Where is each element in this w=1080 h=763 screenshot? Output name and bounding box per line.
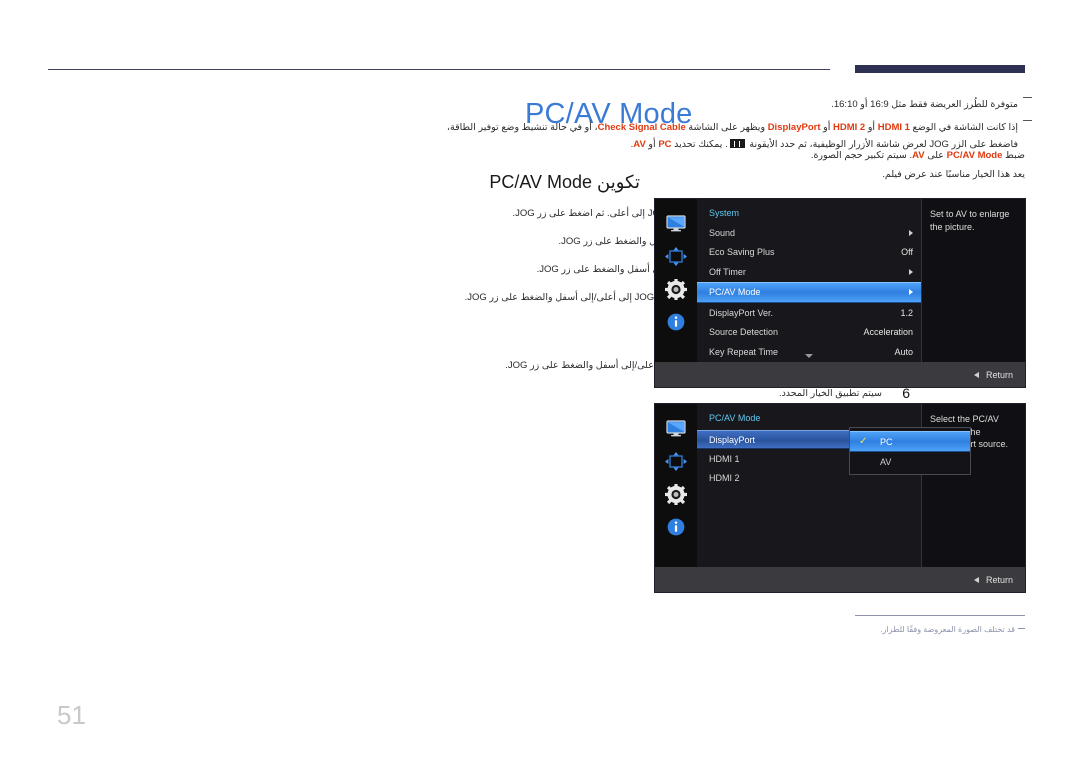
osd-menu-row[interactable]: Key Repeat Time Auto xyxy=(697,342,921,362)
page-number: 51 xyxy=(57,700,86,730)
osd-source-label: HDMI 2 xyxy=(709,472,740,483)
osd-row-value: Acceleration xyxy=(863,327,913,338)
bottom-rule xyxy=(855,615,1025,616)
dropdown-option[interactable]: ✓ PC xyxy=(850,431,970,452)
header-rule-thick xyxy=(855,65,1025,73)
osd-source-row[interactable]: HDMI 1 xyxy=(697,449,873,468)
osd-row-value: Auto xyxy=(894,346,913,357)
osd-menu-title: System xyxy=(709,208,740,218)
osd-source-label: HDMI 1 xyxy=(709,453,740,464)
osd-menu-row[interactable]: PC/AV Mode xyxy=(697,281,921,303)
highlighted-term: DisplayPort xyxy=(767,122,821,133)
monitor-icon[interactable] xyxy=(665,418,687,438)
note-text: إذا كانت الشاشة في الوضع HDMI 1 أو HDMI … xyxy=(446,122,1018,150)
highlighted-term: PC xyxy=(658,139,672,150)
chevron-right-icon xyxy=(909,268,913,275)
osd-row-label: Off Timer xyxy=(709,266,746,277)
header-rule-thin xyxy=(48,69,830,70)
osd-menu-list[interactable]: System Sound Eco Saving Plus Off Off Timer P… xyxy=(697,199,922,362)
step-text: سيتم تطبيق الخيار المحدد. xyxy=(778,388,882,399)
osd-panel-pcav-mode[interactable]: PC/AV Mode DisplayPort HDMI 1 HDMI 2 ✓ PC ✓A… xyxy=(654,403,1026,593)
note-dash-icon xyxy=(1023,120,1032,122)
osd-row-label: Eco Saving Plus xyxy=(709,247,775,258)
highlighted-term: HDMI 1 xyxy=(877,122,910,133)
monitor-icon[interactable] xyxy=(665,213,687,233)
osd-footer[interactable]: Return xyxy=(655,567,1025,592)
note-text: متوفرة للطُرز العريضة فقط مثل 16:9 أو 16… xyxy=(831,99,1018,110)
osd-row-value: Off xyxy=(901,247,913,258)
osd-menu-row[interactable]: Eco Saving Plus Off xyxy=(697,243,921,263)
gear-icon[interactable] xyxy=(665,483,687,505)
highlighted-term: AV xyxy=(633,139,646,150)
move-arrows-icon[interactable] xyxy=(665,451,687,471)
osd-row-label: Sound xyxy=(709,227,736,238)
chevron-right-icon xyxy=(909,229,913,236)
osd-submenu-list[interactable]: PC/AV Mode DisplayPort HDMI 1 HDMI 2 ✓ PC ✓A… xyxy=(697,404,971,567)
osd-row-label: Source Detection xyxy=(709,327,779,338)
note-dash-icon xyxy=(1023,97,1032,99)
osd-row-label: PC/AV Mode xyxy=(709,287,761,298)
top-notes: متوفرة للطُرز العريضة فقط مثل 16:9 أو 16… xyxy=(432,96,1032,159)
bottom-note-dash xyxy=(1018,628,1025,629)
note-item: إذا كانت الشاشة في الوضع HDMI 1 أو HDMI … xyxy=(432,119,1032,153)
osd-menu-title: PC/AV Mode xyxy=(709,413,761,423)
osd-help-text: Set to AV to enlarge the picture. xyxy=(922,199,1025,362)
osd-rows[interactable]: Sound Eco Saving Plus Off Off Timer PC/AV Mo… xyxy=(697,223,921,362)
osd-icon-rail[interactable] xyxy=(655,199,697,362)
return-label[interactable]: Return xyxy=(986,575,1013,585)
dropdown-option[interactable]: ✓AV xyxy=(850,452,970,471)
step-item: 6 سيتم تطبيق الخيار المحدد. xyxy=(440,386,910,401)
bottom-note-text: قد تختلف الصورة المعروضة وفقًا للطراز. xyxy=(880,625,1015,634)
osd-menu-row[interactable]: DisplayPort Ver. 1.2 xyxy=(697,303,921,323)
scroll-down-icon[interactable] xyxy=(805,354,813,358)
osd-source-label: DisplayPort xyxy=(709,434,756,445)
osd-row-label: Key Repeat Time xyxy=(709,346,779,357)
osd-source-row[interactable]: DisplayPort xyxy=(697,430,873,449)
highlighted-term: Check Signal Cable xyxy=(597,122,686,133)
osd-source-row[interactable]: HDMI 2 xyxy=(697,468,873,487)
step-number: 6 xyxy=(902,385,910,401)
osd-row-value: 1.2 xyxy=(900,307,913,318)
osd-menu-row[interactable]: Source Detection Acceleration xyxy=(697,323,921,343)
osd-footer[interactable]: Return xyxy=(655,362,1025,387)
move-arrows-icon[interactable] xyxy=(665,246,687,266)
osd-icon-rail[interactable] xyxy=(655,404,697,567)
osd-menu-row[interactable]: Sound xyxy=(697,223,921,243)
back-arrow-icon[interactable] xyxy=(973,371,979,378)
osd-menu-row[interactable]: Off Timer xyxy=(697,262,921,282)
section-heading: تكوين PC/AV Mode xyxy=(489,172,640,192)
info-icon[interactable] xyxy=(665,517,687,537)
info-icon[interactable] xyxy=(665,312,687,332)
check-icon: ✓ xyxy=(859,435,868,447)
menu-icon xyxy=(729,139,745,148)
pcav-dropdown[interactable]: ✓ PC ✓AV xyxy=(849,427,971,475)
return-label[interactable]: Return xyxy=(986,370,1013,380)
note-item: متوفرة للطُرز العريضة فقط مثل 16:9 أو 16… xyxy=(432,96,1032,113)
osd-panel-system[interactable]: System Sound Eco Saving Plus Off Off Timer P… xyxy=(654,198,1026,388)
back-arrow-icon[interactable] xyxy=(973,576,979,583)
osd-row-label: DisplayPort Ver. xyxy=(709,307,774,318)
bottom-note: قد تختلف الصورة المعروضة وفقًا للطراز. xyxy=(695,623,1025,637)
gear-icon[interactable] xyxy=(665,278,687,300)
dropdown-option-label: AV xyxy=(880,456,892,467)
chevron-right-icon xyxy=(909,289,913,296)
highlighted-term: HDMI 2 xyxy=(833,122,866,133)
dropdown-option-label: PC xyxy=(880,436,893,447)
